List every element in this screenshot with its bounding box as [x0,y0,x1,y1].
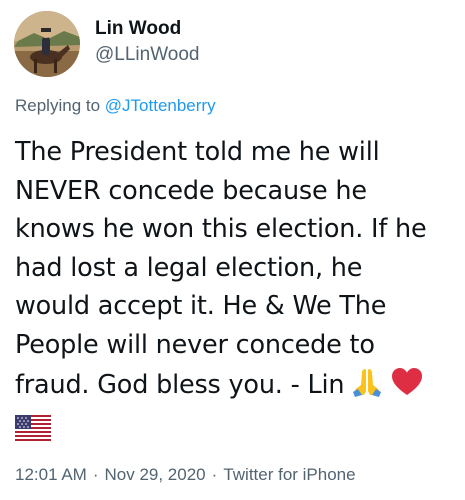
red-heart-icon [390,365,424,411]
tweet-text: The President told me he will NEVER conc… [15,133,460,453]
tweet: Lin Wood @LLinWood Replying to @JTottenb… [0,0,465,500]
tweet-line: would accept it. He & We The [15,291,387,322]
meta-separator: · [211,465,218,484]
tweet-source[interactable]: Twitter for iPhone [223,465,355,484]
reply-prefix: Replying to [15,96,105,115]
tweet-line: fraud. God bless you. - Lin [15,369,345,400]
tweet-date[interactable]: Nov 29, 2020 [105,465,206,484]
tweet-line: NEVER concede because he [15,175,367,206]
reply-to-handle-link[interactable]: @JTottenberry [105,96,216,115]
avatar[interactable] [14,11,80,77]
tweet-line: The President told me he will [15,137,380,167]
tweet-line: knows he won this election. If he [15,214,427,245]
tweet-line-emoji-only [15,410,460,453]
tweet-time[interactable]: 12:01 AM [15,465,87,484]
meta-separator: · [92,465,99,484]
tweet-line: People will never concede to [15,329,375,360]
author-handle[interactable]: @LLinWood [95,43,200,67]
folded-hands-icon [350,365,384,411]
tweet-meta: 12:01 AM · Nov 29, 2020 · Twitter for iPhone [15,464,356,486]
tweet-line: had lost a legal election, he [15,252,363,283]
avatar-image [14,11,80,77]
us-flag-icon [15,414,51,453]
author-name[interactable]: Lin Wood [95,17,181,41]
tweet-line-with-emojis: fraud. God bless you. - Lin [15,365,460,411]
reply-context: Replying to @JTottenberry [15,95,216,117]
